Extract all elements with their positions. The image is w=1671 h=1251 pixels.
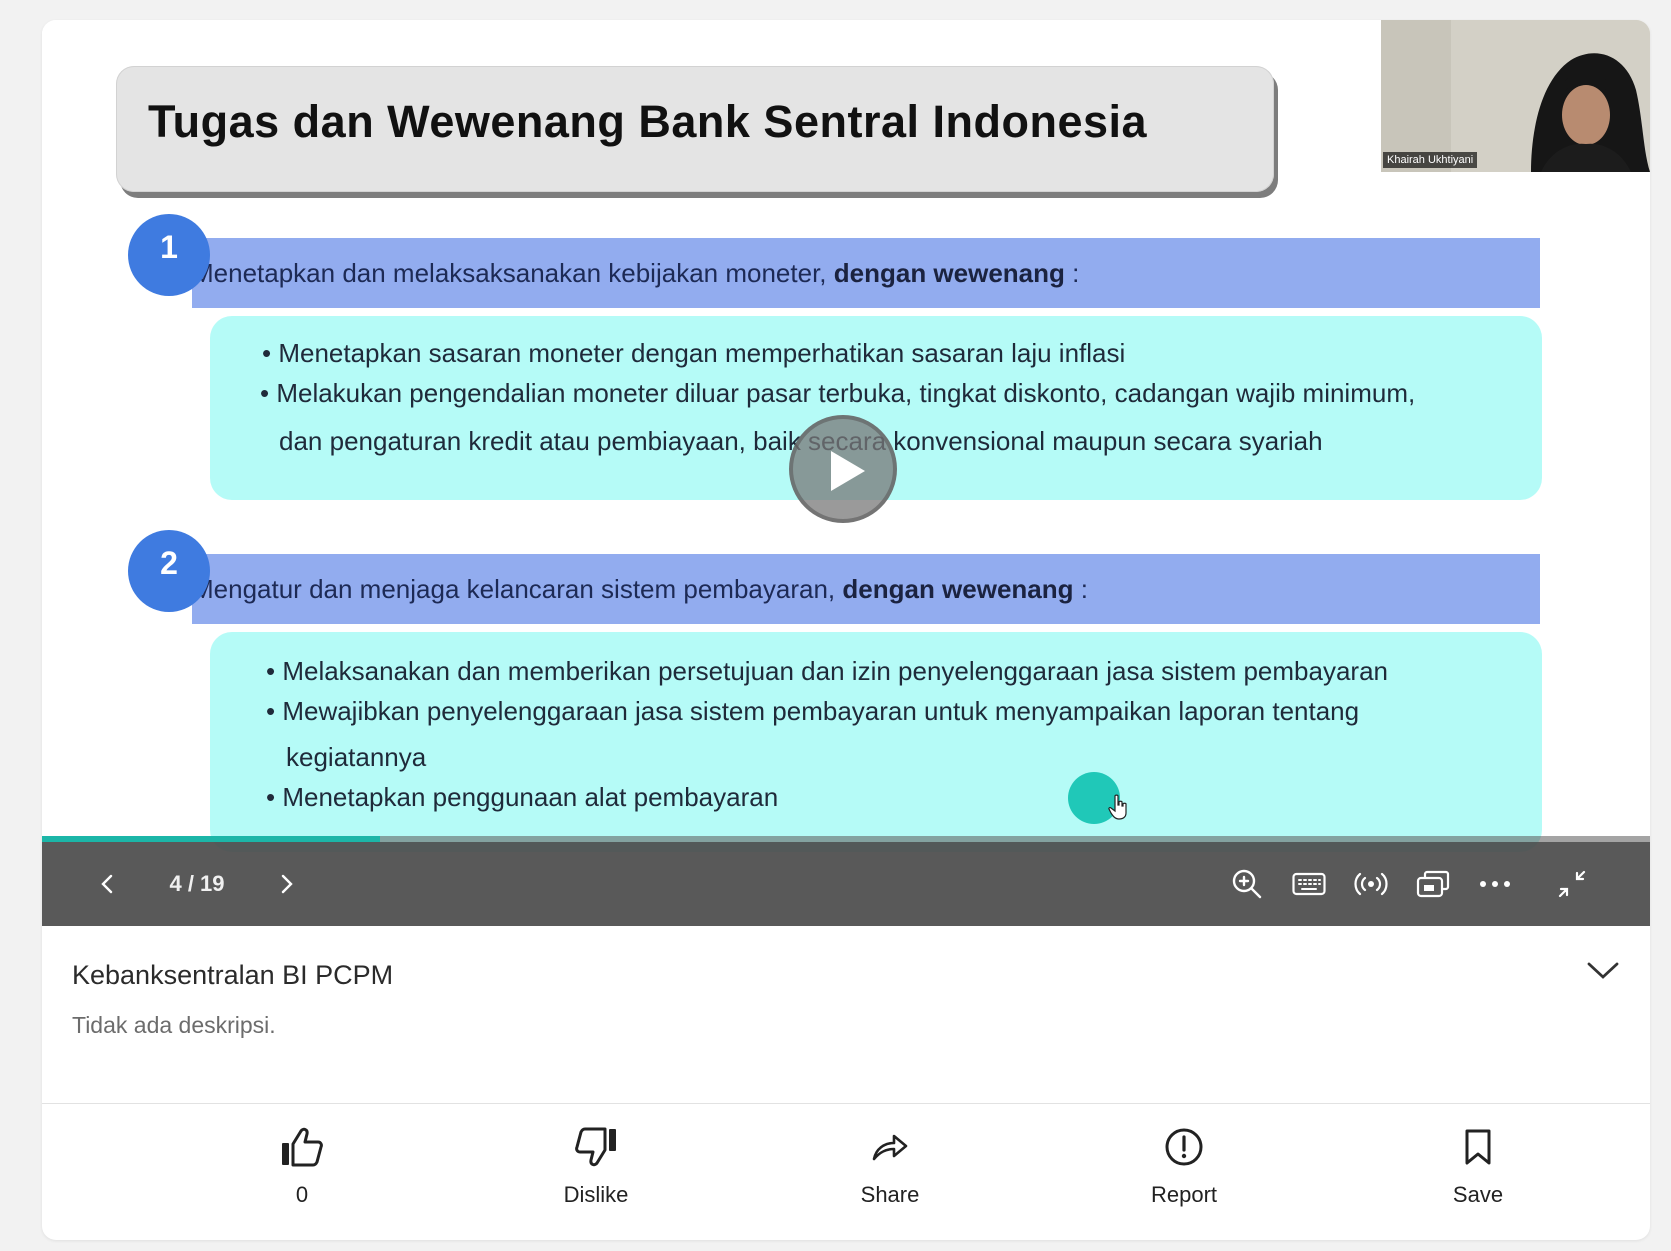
webcam-thumbnail: Khairah Ukhtiyani	[1381, 20, 1650, 172]
keyboard-icon	[1292, 872, 1326, 896]
report-icon	[1165, 1128, 1203, 1166]
share-icon	[872, 1134, 908, 1161]
section-2-heading: Mengatur dan menjaga kelancaran sistem p…	[192, 554, 1540, 624]
slide-title-box: Tugas dan Wewenang Bank Sentral Indonesi…	[116, 66, 1274, 192]
section-1-number: 1	[128, 214, 210, 296]
broadcast-icon	[1354, 872, 1388, 896]
bullet-item: • Mewajibkan penyelenggaraan jasa sistem…	[266, 696, 1360, 726]
slide-title: Tugas dan Wewenang Bank Sentral Indonesi…	[148, 96, 1148, 147]
webcam-name-label: Khairah Ukhtiyani	[1383, 152, 1478, 168]
section-1-heading-text: Menetapkan dan melaksaksanakan kebijakan…	[192, 258, 834, 288]
section-1-heading-suffix: :	[1064, 258, 1080, 288]
share-button[interactable]: Share	[810, 1122, 970, 1222]
bullet-item: • Menetapkan penggunaan alat pembayaran	[266, 782, 779, 812]
page-indicator: 4 / 19	[169, 871, 225, 896]
save-label: Save	[1452, 1182, 1504, 1207]
like-count: 0	[295, 1182, 309, 1207]
picture-in-picture-icon	[1416, 870, 1450, 898]
chevron-down-icon	[1587, 962, 1619, 979]
save-button[interactable]: Save	[1398, 1122, 1558, 1222]
video-info: Kebanksentralan BI PCPM Tidak ada deskri…	[42, 926, 1650, 1098]
player-controls: 4 / 19	[42, 842, 1650, 926]
dislike-label: Dislike	[563, 1182, 629, 1207]
report-button[interactable]: Report	[1104, 1122, 1264, 1222]
bullet-item: • Menetapkan sasaran moneter dengan memp…	[262, 338, 1126, 368]
section-1-heading: Menetapkan dan melaksaksanakan kebijakan…	[192, 238, 1540, 308]
report-label: Report	[1150, 1182, 1218, 1207]
video-player[interactable]: Tugas dan Wewenang Bank Sentral Indonesi…	[42, 20, 1650, 926]
section-1-heading-bold: dengan wewenang	[833, 258, 1065, 288]
play-button[interactable]	[789, 415, 897, 523]
share-label: Share	[860, 1182, 920, 1207]
minimize-icon	[1558, 870, 1586, 898]
chevron-right-icon	[281, 874, 293, 894]
live-button[interactable]	[1346, 842, 1396, 926]
more-icon	[1480, 881, 1510, 887]
video-title: Kebanksentralan BI PCPM	[72, 960, 394, 990]
zoom-in-icon	[1232, 869, 1262, 899]
bullet-item: • Melaksanakan dan memberikan persetujua…	[266, 656, 1388, 686]
dislike-button[interactable]: Dislike	[516, 1122, 676, 1222]
bullet-item: kegiatannya	[286, 742, 427, 772]
hand-cursor-icon	[1108, 794, 1127, 820]
thumbs-down-icon	[575, 1127, 616, 1167]
bullet-item: • Melakukan pengendalian moneter diluar …	[260, 378, 1416, 408]
section-2-bullets: • Melaksanakan dan memberikan persetujua…	[210, 632, 1542, 852]
pip-button[interactable]	[1408, 842, 1458, 926]
play-icon	[831, 451, 865, 491]
section-2-heading-text: Mengatur dan menjaga kelancaran sistem p…	[192, 574, 843, 604]
section-2-heading-suffix: :	[1073, 574, 1088, 604]
section-2-number: 2	[128, 530, 210, 612]
captions-button[interactable]	[1284, 842, 1334, 926]
video-description: Tidak ada deskripsi.	[72, 1012, 276, 1038]
like-button[interactable]: 0	[222, 1122, 382, 1222]
next-slide-button[interactable]	[262, 842, 312, 926]
video-card: Tugas dan Wewenang Bank Sentral Indonesi…	[42, 20, 1650, 1240]
chevron-left-icon	[101, 874, 113, 894]
zoom-button[interactable]	[1222, 842, 1272, 926]
presenter-image	[1381, 20, 1650, 172]
more-button[interactable]	[1470, 842, 1520, 926]
action-bar: 0 Dislike Share Report Save	[42, 1104, 1650, 1240]
exit-fullscreen-button[interactable]	[1542, 842, 1602, 926]
section-2-heading-bold: dengan wewenang	[842, 574, 1074, 604]
expand-description-button[interactable]	[1586, 960, 1620, 987]
bookmark-icon	[1465, 1129, 1491, 1165]
prev-slide-button[interactable]	[82, 842, 132, 926]
thumbs-up-icon	[282, 1127, 323, 1167]
